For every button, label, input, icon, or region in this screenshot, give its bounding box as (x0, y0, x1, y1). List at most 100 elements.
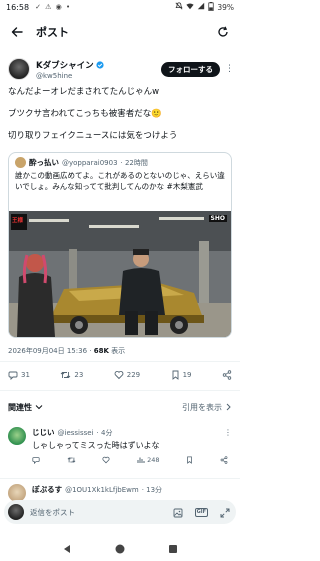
repost-count: 23 (74, 371, 84, 379)
share-icon (220, 456, 228, 464)
author-avatar[interactable] (8, 58, 30, 80)
author-handle[interactable]: @kw5hine (36, 72, 104, 80)
gif-icon[interactable]: GIF (194, 507, 208, 517)
reply-like-button[interactable] (102, 456, 110, 464)
bookmark-count: 19 (182, 371, 192, 379)
reply-compose-bar[interactable]: 返信をポスト GIF (4, 500, 236, 524)
reply-header: じじい @iessissei · 4分 ⋮ (32, 427, 232, 438)
reply-share-button[interactable] (220, 456, 228, 464)
sort-bar: 関連性 引用を表示 (8, 400, 232, 414)
image-button[interactable] (173, 503, 183, 522)
quoted-post-header: 酔っ払い @yopparai0903 · 22時間 (9, 153, 231, 168)
heart-icon (114, 371, 124, 380)
compose-avatar (8, 504, 24, 520)
reply-avatar[interactable] (8, 427, 26, 445)
quoted-author-name: 酔っ払い (29, 158, 59, 167)
more-options-icon[interactable]: ⋮ (225, 64, 234, 74)
reply-button[interactable]: 31 (8, 370, 30, 380)
notification-icons: ✓ ⚠ ◉ • (35, 3, 72, 11)
bookmark-button[interactable]: 19 (171, 370, 192, 380)
system-nav-bar (0, 535, 240, 561)
post-datetime[interactable]: 2026年09月04日 15:36 (8, 347, 87, 355)
status-bar: 16:58 ✓ ⚠ ◉ • 39% (0, 0, 240, 14)
repost-icon (61, 371, 71, 379)
back-button[interactable] (8, 23, 26, 41)
repost-button[interactable]: 23 (60, 370, 83, 380)
reply-time: · 13分 (141, 485, 163, 494)
post-line: なんだよーオレだまされてたんじゃんw (8, 87, 160, 97)
verified-badge-icon (95, 60, 104, 69)
divider (0, 478, 240, 479)
post-actions: 31 23 229 19 (8, 366, 232, 384)
like-button[interactable]: 229 (114, 370, 140, 380)
refresh-button[interactable] (214, 23, 232, 41)
reply-more-icon[interactable]: ⋮ (224, 428, 232, 437)
video-frame-illustration (9, 211, 231, 337)
video-logo-right: SHO (208, 215, 227, 222)
image-icon (173, 508, 183, 517)
reply-author-name[interactable]: じじい (32, 427, 55, 438)
refresh-icon (218, 26, 228, 37)
expand-button[interactable] (220, 503, 230, 522)
bookmark-icon (187, 456, 193, 464)
views-count: 68K (93, 347, 109, 355)
battery-percent: 39% (217, 2, 234, 12)
repost-icon (67, 457, 76, 463)
reply-body: じじい @iessissei · 4分 ⋮ しゃしゃってミスった時はずいよな 2… (32, 427, 232, 464)
sort-relevance-button[interactable]: 関連性 (8, 402, 43, 413)
nav-home-icon (115, 544, 125, 553)
follow-button[interactable]: フォローする (161, 61, 220, 77)
reply-reply-button[interactable] (32, 456, 40, 464)
view-quotes-link[interactable]: 引用を表示 (182, 402, 232, 413)
reply-views[interactable]: 248 (137, 456, 160, 464)
reply-icon (32, 457, 40, 464)
post-line: 切り取りフェイクニュースには気をつけよう (8, 131, 178, 141)
share-icon (222, 370, 232, 380)
post-meta: 2026年09月04日 15:36 · 68K 表示 (8, 346, 234, 356)
chevron-down-icon (35, 405, 43, 410)
like-count: 229 (126, 371, 141, 379)
compose-tools: GIF (173, 503, 230, 522)
quoted-author-avatar (15, 157, 26, 168)
wifi-icon (186, 2, 194, 12)
mute-icon (175, 2, 183, 12)
back-arrow-icon (11, 27, 23, 37)
quoted-post-time: · 22時間 (120, 158, 148, 167)
reply-author-name[interactable]: ぽぷるす (32, 484, 62, 495)
bookmark-icon (172, 370, 179, 380)
nav-home-button[interactable] (115, 539, 125, 558)
reply-author-handle: @1OU1Xk1kLfjbEwm (65, 485, 139, 494)
author-names: Kダブシャイン @kw5hine (36, 59, 104, 80)
divider (0, 390, 240, 391)
quoted-post-image[interactable]: 王様 SHO (9, 211, 231, 337)
post-line: ブツクサ言われてこっちも被害者だな🙂 (8, 109, 162, 119)
post-text: なんだよーオレだまされてたんじゃんw ブツクサ言われてこっちも被害者だな🙂 切り… (8, 86, 234, 152)
views-chart-icon (137, 457, 145, 463)
video-logo-left: 王様 (12, 218, 24, 224)
nav-back-button[interactable] (62, 539, 72, 558)
nav-recents-button[interactable] (168, 539, 178, 558)
reply-author-handle: @iessissei (57, 428, 94, 437)
author-name-row[interactable]: Kダブシャイン (36, 59, 104, 71)
reply-repost-button[interactable] (67, 456, 76, 464)
reply-compose-input[interactable]: 返信をポスト (30, 507, 75, 518)
nav-back-icon (63, 544, 70, 553)
reply-views-count: 248 (147, 456, 160, 464)
quoted-post[interactable]: 酔っ払い @yopparai0903 · 22時間 誰かこの動画広めてよ。これが… (8, 152, 232, 338)
reply-text: しゃしゃってミスった時はずいよな (32, 441, 160, 450)
reply-bookmark-button[interactable] (186, 456, 193, 464)
top-bar: ポスト (0, 18, 240, 46)
reply-header: ぽぷるす @1OU1Xk1kLfjbEwm · 13分 (32, 484, 232, 495)
battery-icon (208, 1, 214, 13)
reply-actions: 248 (32, 456, 232, 464)
view-quotes-label: 引用を表示 (182, 402, 222, 412)
status-time: 16:58 (6, 2, 30, 12)
nav-recents-icon (169, 544, 178, 553)
reply-item[interactable]: じじい @iessissei · 4分 ⋮ しゃしゃってミスった時はずいよな 2… (8, 427, 232, 464)
signal-icon (197, 2, 205, 12)
reply-count: 31 (21, 371, 30, 379)
share-button[interactable] (222, 370, 232, 380)
post-author: Kダブシャイン @kw5hine フォローする ⋮ (8, 56, 234, 82)
reply-icon (8, 371, 18, 380)
status-right: 39% (175, 1, 234, 13)
